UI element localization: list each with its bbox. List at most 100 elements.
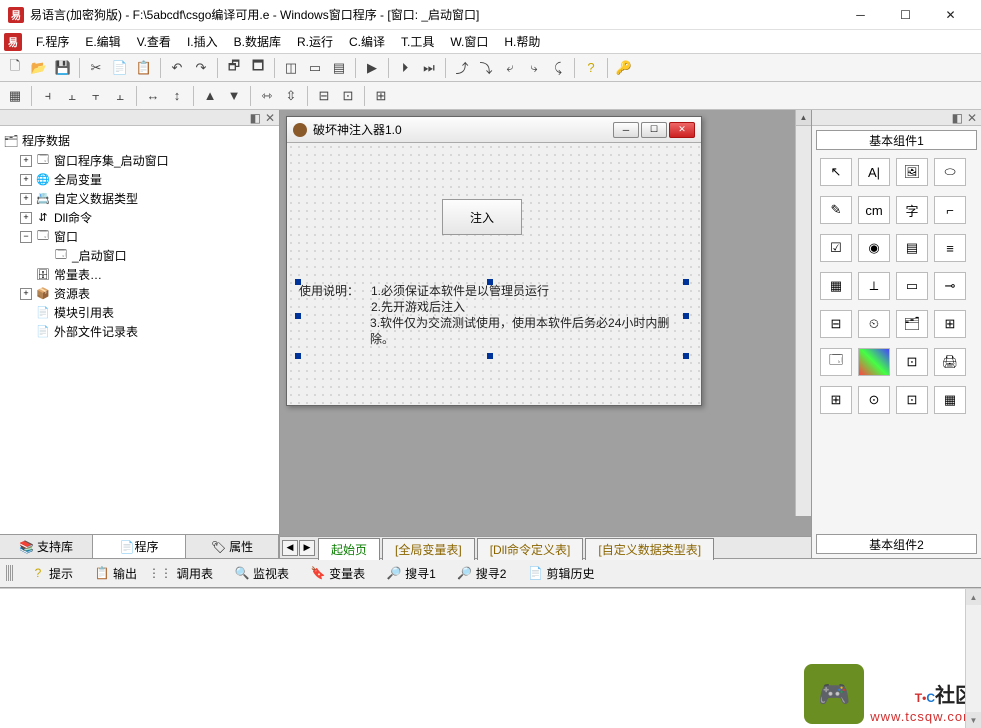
menu-help[interactable]: H.帮助 [496, 31, 548, 52]
tree-node[interactable]: 🗔_启动窗口 [2, 246, 277, 265]
form-maximize-button[interactable]: ☐ [641, 122, 667, 138]
dialog-component[interactable]: 🗔 [820, 348, 852, 376]
cut-button[interactable]: ✂ [85, 57, 107, 79]
menu-tools[interactable]: T.工具 [393, 31, 442, 52]
distribute-h-button[interactable]: ⇿ [256, 85, 278, 107]
toggle-b-button[interactable]: ▭ [304, 57, 326, 79]
component-tab-1[interactable]: 基本组件1 [816, 130, 977, 150]
bottom-tab[interactable]: 🔖变量表 [300, 561, 376, 586]
misc1-component[interactable]: ⊞ [820, 386, 852, 414]
listbox-component[interactable]: ≡ [934, 234, 966, 262]
pointer-tool[interactable]: ↖ [820, 158, 852, 186]
lock-button[interactable]: ⊞ [370, 85, 392, 107]
combobox-component[interactable]: ▤ [896, 234, 928, 262]
menu-edit[interactable]: E.编辑 [77, 31, 128, 52]
selection-handle[interactable] [295, 313, 301, 319]
left-tab-program[interactable]: 📄程序 [93, 535, 186, 558]
breakpoint-button[interactable]: ⤹ [547, 57, 569, 79]
center-tab-start[interactable]: 起始页 [318, 538, 380, 560]
form-close-button[interactable]: ✕ [669, 122, 695, 138]
bottom-tab[interactable]: ?提示 [20, 561, 84, 586]
center-h-button[interactable]: ⊟ [313, 85, 335, 107]
center-tab-globals[interactable]: [全局变量表] [382, 538, 475, 560]
dock-close-icon[interactable]: ✕ [967, 111, 977, 125]
tree-node[interactable]: 📄外部文件记录表 [2, 322, 277, 341]
align-left-button[interactable]: ⫞ [37, 85, 59, 107]
step-next-button[interactable]: ⤷ [523, 57, 545, 79]
bottom-tab[interactable]: 🔍监视表 [224, 561, 300, 586]
tab-component[interactable]: ⊟ [820, 310, 852, 338]
tree-toggle[interactable]: + [20, 155, 32, 167]
selection-handle[interactable] [487, 279, 493, 285]
menu-window[interactable]: W.窗口 [442, 31, 496, 52]
instructions-label[interactable]: 使用说明：1.必须保证本软件是以管理员运行 2.先开游戏后注入 3.软件仅为交流… [299, 283, 689, 347]
selection-handle[interactable] [487, 353, 493, 359]
component-tab-2[interactable]: 基本组件2 [816, 534, 977, 554]
toggle-c-button[interactable]: ▤ [328, 57, 350, 79]
left-tab-properties[interactable]: 🏷属性 [186, 535, 279, 558]
selection-handle[interactable] [295, 353, 301, 359]
key-button[interactable]: 🔑 [613, 57, 635, 79]
tree-toggle[interactable]: − [20, 231, 32, 243]
redo-button[interactable]: ↷ [190, 57, 212, 79]
size-width-button[interactable]: ↔ [142, 85, 164, 107]
inject-button[interactable]: 注入 [442, 199, 522, 235]
grid-button[interactable]: ▦ [4, 85, 26, 107]
tree-toggle[interactable]: + [20, 174, 32, 186]
debug-button[interactable]: ⏵ [394, 57, 416, 79]
checkbox-component[interactable]: ☑ [820, 234, 852, 262]
bottom-tab[interactable]: 🔎搜寻1 [376, 561, 447, 586]
scrollbar-component[interactable]: ⟂ [858, 272, 890, 300]
bottom-tab[interactable]: ⋮⋮⋮调用表 [148, 561, 224, 586]
align-top-button[interactable]: ⫠ [109, 85, 131, 107]
tree-node[interactable]: −🗔窗口 [2, 227, 277, 246]
tree-node[interactable]: +🌐全局变量 [2, 170, 277, 189]
label-component[interactable]: cm [858, 196, 890, 224]
treeview-component[interactable]: ⊞ [934, 310, 966, 338]
center-v-button[interactable]: ⊡ [337, 85, 359, 107]
tree-node[interactable]: +📇自定义数据类型 [2, 189, 277, 208]
dock-close-icon[interactable]: ✕ [265, 111, 275, 125]
textbox-component[interactable]: A| [858, 158, 890, 186]
selection-handle[interactable] [683, 313, 689, 319]
undo-button[interactable]: ↶ [166, 57, 188, 79]
frame-component[interactable]: ⌐ [934, 196, 966, 224]
misc4-component[interactable]: ▦ [934, 386, 966, 414]
toggle-a-button[interactable]: ◫ [280, 57, 302, 79]
selection-handle[interactable] [683, 353, 689, 359]
tree-node[interactable]: +⇵Dll命令 [2, 208, 277, 227]
scroll-up-icon[interactable]: ▲ [796, 110, 811, 126]
step-into-button[interactable]: ⤵ [475, 57, 497, 79]
designer-scrollbar-vertical[interactable]: ▲ [795, 110, 811, 516]
bottom-tab[interactable]: 📋输出 [84, 561, 148, 586]
tree-toggle[interactable]: + [20, 193, 32, 205]
font-component[interactable]: 字 [896, 196, 928, 224]
close-button[interactable]: ✕ [928, 1, 973, 29]
tree-node[interactable]: +📦资源表 [2, 284, 277, 303]
minimize-button[interactable]: ─ [838, 1, 883, 29]
distribute-v-button[interactable]: ⇳ [280, 85, 302, 107]
tree-node[interactable]: 🗄常量表… [2, 265, 277, 284]
send-back-button[interactable]: ▼ [223, 85, 245, 107]
grid-component[interactable]: ▦ [820, 272, 852, 300]
form-client-area[interactable]: 注入 使用说明：1.必须保证本软件是以管理员运行 2.先开游戏后注入 3.软件仅… [287, 143, 701, 405]
bottom-grabber[interactable] [6, 565, 14, 581]
center-tab-types[interactable]: [自定义数据类型表] [585, 538, 714, 560]
paste-button[interactable]: 📋 [133, 57, 155, 79]
design-surface[interactable]: 破坏神注入器1.0 ─ ☐ ✕ 注入 使用说明：1.必须保证本软件是以管理员运行… [280, 110, 811, 536]
save-button[interactable]: 💾 [52, 57, 74, 79]
shape-component[interactable]: ⬭ [934, 158, 966, 186]
fontdialog-component[interactable]: ⊡ [896, 348, 928, 376]
window-list-button[interactable]: 🗗 [223, 57, 245, 79]
align-center-button[interactable]: ⫠ [61, 85, 83, 107]
tree-node[interactable]: +🗔窗口程序集_启动窗口 [2, 151, 277, 170]
size-height-button[interactable]: ↕ [166, 85, 188, 107]
slider-component[interactable]: ⊸ [934, 272, 966, 300]
debug-step-button[interactable]: ⏭ [418, 57, 440, 79]
timer-component[interactable]: ⏲ [858, 310, 890, 338]
menu-program[interactable]: F.程序 [28, 31, 77, 52]
colordialog-component[interactable] [858, 348, 890, 376]
window-tile-button[interactable]: 🗖 [247, 57, 269, 79]
dock-pin-icon[interactable]: ◧ [952, 111, 963, 125]
maximize-button[interactable]: ☐ [883, 1, 928, 29]
